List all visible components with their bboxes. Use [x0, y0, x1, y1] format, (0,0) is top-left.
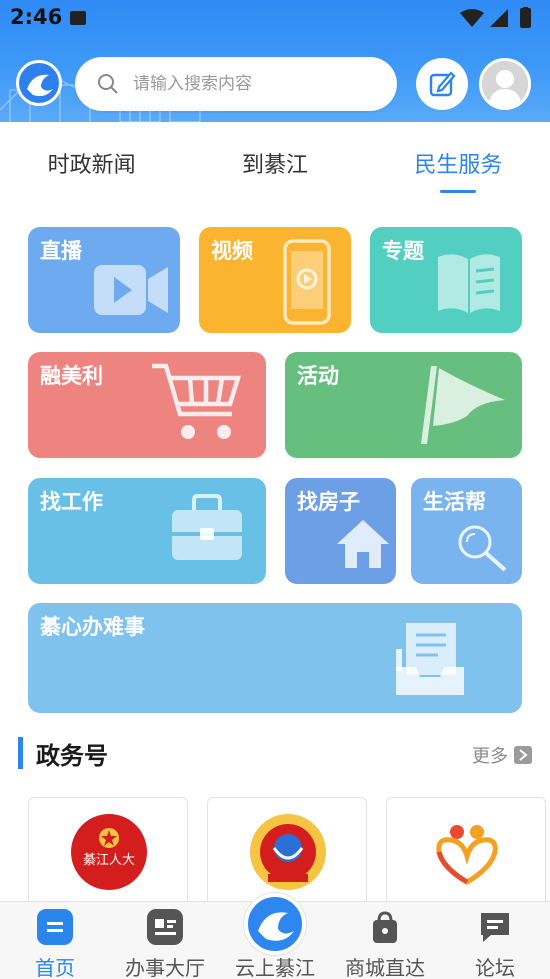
tile-shop[interactable]: 融美利	[28, 352, 266, 458]
gov-account-list: 綦江人大	[0, 797, 550, 917]
system-status-icons	[460, 7, 531, 28]
house-icon	[337, 520, 389, 568]
nav-forum-label: 论坛	[475, 956, 515, 979]
search-input[interactable]	[133, 74, 363, 94]
tile-help-label: 綦心办难事	[40, 615, 145, 639]
magnifier-icon	[458, 525, 507, 572]
qijiang-logo-icon[interactable]	[16, 60, 62, 106]
nav-cloud-qijiang-label: 云上綦江	[235, 956, 315, 979]
book-icon	[438, 254, 500, 313]
qijiang-logo-nav-icon[interactable]	[244, 893, 306, 955]
gov-card-renda-name: 綦江人大	[83, 853, 135, 868]
tile-activity[interactable]: 活动	[285, 352, 522, 458]
tile-house[interactable]: 找房子	[285, 478, 396, 584]
avatar[interactable]	[479, 58, 531, 110]
more-link[interactable]: 更多	[472, 742, 532, 768]
tile-job-label: 找工作	[40, 490, 103, 514]
gov-card-minzheng[interactable]	[386, 797, 546, 917]
forum-chat-icon	[477, 909, 513, 945]
video-camera-icon	[94, 265, 168, 315]
flag-icon	[421, 366, 505, 444]
more-label: 更多	[472, 746, 508, 767]
tile-topic-label: 专题	[382, 239, 424, 263]
nav-service-hall[interactable]: 办事大厅	[110, 902, 220, 979]
user-avatar-icon	[482, 61, 528, 107]
chevron-right-icon	[514, 746, 532, 764]
nav-mall[interactable]: 商城直达	[330, 902, 440, 979]
service-hall-icon	[147, 909, 183, 945]
phone-play-icon	[283, 239, 331, 325]
tile-activity-label: 活动	[297, 364, 339, 388]
app-root: 2:46 请输入搜索内容 时政新闻 到綦江 民生服务 直播 视频 专题 融美利 …	[0, 0, 550, 979]
section-accent-bar	[18, 737, 23, 769]
notification-icon	[70, 11, 86, 25]
tile-life[interactable]: 生活帮	[411, 478, 522, 584]
shopping-bag-icon	[367, 909, 403, 945]
home-doc-icon	[37, 909, 73, 945]
tile-live-label: 直播	[40, 239, 82, 263]
tile-live[interactable]: 直播	[28, 227, 180, 333]
tile-topic[interactable]: 专题	[370, 227, 522, 333]
cppcc-emblem-icon	[250, 814, 326, 890]
edit-button[interactable]	[416, 58, 468, 110]
header: 2:46	[0, 0, 550, 122]
nav-forum[interactable]: 论坛	[440, 902, 550, 979]
edit-icon	[429, 71, 456, 97]
charity-heart-icon	[436, 825, 498, 885]
gov-card-renda[interactable]: 綦江人大	[28, 797, 188, 917]
tile-video[interactable]: 视频	[199, 227, 351, 333]
search-icon	[98, 74, 118, 94]
national-emblem-icon: 綦江人大	[71, 814, 147, 890]
document-tray-icon	[396, 623, 464, 695]
tile-shop-label: 融美利	[40, 364, 103, 388]
search-bar[interactable]	[75, 57, 397, 111]
section-title: 政务号	[36, 742, 108, 770]
tab-visit-qijiang[interactable]: 到綦江	[183, 122, 366, 198]
tab-politics-news[interactable]: 时政新闻	[0, 122, 183, 198]
tile-video-label: 视频	[211, 239, 253, 263]
shopping-cart-icon	[152, 363, 242, 439]
tile-house-label: 找房子	[297, 490, 360, 514]
tile-life-label: 生活帮	[423, 490, 486, 514]
briefcase-icon	[172, 494, 242, 560]
tile-job[interactable]: 找工作	[28, 478, 266, 584]
tile-help[interactable]: 綦心办难事	[28, 603, 522, 713]
status-time: 2:46	[10, 5, 63, 29]
status-bar: 2:46	[0, 0, 550, 36]
nav-home-label: 首页	[35, 956, 75, 979]
nav-service-hall-label: 办事大厅	[125, 956, 205, 979]
tab-livelihood-services[interactable]: 民生服务	[367, 122, 550, 198]
category-tabs: 时政新闻 到綦江 民生服务	[0, 122, 550, 198]
nav-home[interactable]: 首页	[0, 902, 110, 979]
nav-mall-label: 商城直达	[345, 956, 425, 979]
